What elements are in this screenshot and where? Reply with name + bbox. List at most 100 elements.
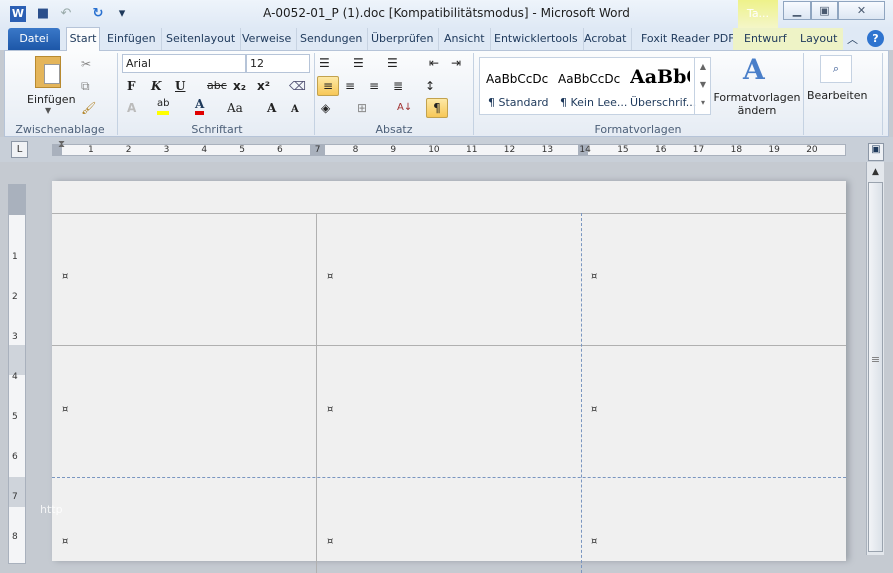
editing-button[interactable]: Bearbeiten [807,89,867,102]
table-column-border [581,213,582,573]
paste-icon[interactable] [35,56,61,88]
shrink-font-button[interactable]: A [291,101,299,119]
decrease-indent-icon[interactable]: ⇤ [429,54,439,72]
tab-selector-button[interactable]: L [11,141,28,158]
scroll-up-icon[interactable]: ▲ [867,162,884,182]
copy-icon[interactable]: ⧉ [81,77,90,95]
indent-marker-icon[interactable]: ⧗ [58,139,65,150]
title-bar: W ■ ↶ ↻ ▾ A-0052-01_P (1).doc [Kompatibi… [0,0,893,28]
justify-icon[interactable]: ≣ [393,77,403,95]
bold-button[interactable]: F [127,77,136,95]
styles-gallery: AaBbCcDc ¶ Standard AaBbCcDc ¶ Kein Lee.… [479,57,711,115]
view-ruler-icon[interactable]: ▣ [868,143,884,161]
superscript-button[interactable]: x² [257,77,270,95]
sort-icon[interactable]: A↓ [397,99,412,117]
find-icon[interactable]: ⌕ [820,55,852,83]
subscript-button[interactable]: x₂ [233,77,246,95]
tab-layout[interactable]: Layout [795,28,842,50]
style-preview-ueberschrift[interactable]: AaBbC [630,66,690,88]
style-standard[interactable]: ¶ Standard [488,96,549,109]
horizontal-ruler[interactable]: L ⧗ 1 2 3 4 5 6 7 8 9 10 11 12 13 14 15 16 17 18 19 20 ▣ [0,137,893,162]
vruler-tick-label: 4 [12,372,18,382]
align-center-icon[interactable]: ≡ [345,77,355,95]
numbering-icon[interactable]: ☰ [353,54,364,72]
multilevel-list-icon[interactable]: ☰ [387,54,398,72]
change-case-button[interactable]: Aa [227,99,243,117]
maximize-button[interactable]: ▣ [811,1,838,20]
font-size-select[interactable]: 12 [246,54,310,73]
context-tab-header: Ta... [738,0,778,28]
borders-icon[interactable]: ⊞ [357,99,367,117]
show-formatting-button[interactable]: ¶ [426,98,448,118]
grow-font-button[interactable]: A [267,99,276,117]
style-preview-standard[interactable]: AaBbCcDc [486,72,548,86]
ruler-tick-label: 8 [352,145,359,155]
ribbon-tabs: Einfügen Seitenlayout Verweise Sendungen… [0,28,893,50]
cell-end-marker: ¤ [591,271,598,282]
ruler-tick-label: 16 [655,145,667,155]
cell-end-marker: ¤ [591,536,598,547]
shading-icon[interactable]: ◈ [321,99,330,117]
bullets-icon[interactable]: ☰ [319,54,330,72]
ruler-tick-label: 3 [163,145,170,155]
align-right-icon[interactable]: ≡ [369,77,379,95]
tab-seitenlayout[interactable]: Seitenlayout [161,28,242,50]
tab-verweise[interactable]: Verweise [237,28,298,50]
text-effects-icon[interactable]: A [127,99,136,117]
ruler-tick-label: 5 [239,145,245,155]
scroll-thumb[interactable]: ≡ [868,182,883,552]
paste-dropdown-icon[interactable]: ▼ [45,106,51,115]
minimize-button[interactable]: ▁ [783,1,811,20]
styles-scroll[interactable]: ▲ ▼ ▾ [694,58,711,114]
help-icon[interactable]: ? [867,30,884,47]
vruler-tick-label: 3 [12,332,18,342]
change-styles-icon[interactable]: A [743,53,765,86]
close-button[interactable]: ✕ [838,1,885,20]
ruler-tick-label: 7 [314,145,321,155]
tab-datei[interactable]: Datei [8,28,60,50]
highlight-icon[interactable]: ab [157,97,170,115]
paste-button[interactable]: Einfügen [27,93,76,106]
cell-end-marker: ¤ [591,404,598,415]
document-page[interactable]: ¤ ¤ ¤ ¤ ¤ ¤ ¤ ¤ ¤ [52,181,846,573]
line-spacing-icon[interactable]: ↕ [425,77,435,95]
group-label-paragraph: Absatz [375,123,413,136]
style-ueberschrift[interactable]: Überschrif... [630,96,696,109]
tab-einfuegen[interactable]: Einfügen [102,28,162,50]
ruler-tick-label: 1 [88,145,94,155]
tab-ansicht[interactable]: Ansicht [439,28,491,50]
cell-end-marker: ¤ [327,536,334,547]
italic-button[interactable]: K [151,77,161,95]
tab-sendungen[interactable]: Sendungen [295,28,369,50]
style-kein-leerraum[interactable]: ¶ Kein Lee... [560,96,627,109]
ruler-tick-label: 20 [806,145,818,155]
ruler-tick-label: 10 [428,145,440,155]
style-preview-kein-leerraum[interactable]: AaBbCcDc [558,72,620,86]
format-painter-icon[interactable]: 🖌 [81,99,96,117]
increase-indent-icon[interactable]: ⇥ [451,54,461,72]
strikethrough-button[interactable]: abc [207,77,227,95]
clear-formatting-icon[interactable]: ⌫ [289,77,306,95]
tab-foxit[interactable]: Foxit Reader PDF [636,28,741,50]
ruler-tick-label: 17 [692,145,705,155]
tab-entwurf[interactable]: Entwurf [739,28,792,50]
vruler-tick-label: 1 [12,252,18,262]
tab-acrobat[interactable]: Acrobat [579,28,633,50]
underline-button[interactable]: U [175,77,185,95]
change-styles-button[interactable]: Formatvorlagen ändern [713,91,801,117]
vruler-tick-label: 8 [12,532,18,542]
tab-entwicklertools[interactable]: Entwicklertools [489,28,584,50]
minimize-ribbon-icon[interactable]: ︿ [847,31,858,47]
font-name-select[interactable]: Arial [122,54,246,73]
tab-start[interactable]: Start [66,27,100,51]
vruler-tick-label: 5 [12,412,18,422]
vruler-tick-label: 2 [12,292,18,302]
align-left-button[interactable]: ≡ [317,76,339,96]
table-row-border [52,477,846,478]
vertical-ruler[interactable]: 1 2 3 4 5 6 7 8 [8,184,26,564]
cut-icon[interactable]: ✂ [81,55,91,73]
vertical-scrollbar[interactable]: ▲ ≡ [866,162,884,555]
font-color-icon[interactable]: A [195,97,205,115]
ruler-tick-label: 6 [277,145,283,155]
tab-ueberpruefen[interactable]: Überprüfen [366,28,440,50]
